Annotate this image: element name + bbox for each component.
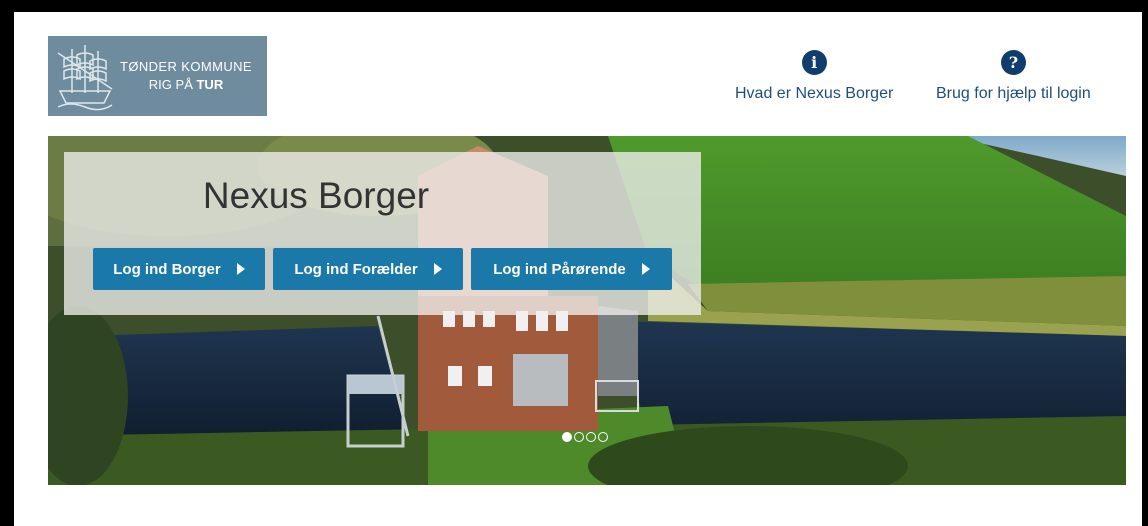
carousel-dot-2[interactable] <box>574 432 584 442</box>
login-citizen-label: Log ind Borger <box>113 260 221 278</box>
logo-line-1: TØNDER KOMMUNE <box>120 59 252 74</box>
caret-right-icon <box>236 263 245 275</box>
login-parent-label: Log ind Forælder <box>294 260 418 278</box>
carousel-dot-1[interactable] <box>562 432 572 442</box>
login-relative-button[interactable]: Log ind Pårørende <box>471 248 672 290</box>
login-help-link[interactable]: ? Brug for hjælp til login <box>936 50 1091 103</box>
carousel-dot-4[interactable] <box>598 432 608 442</box>
logo-line-2: RIG PÅ TUR <box>120 76 252 94</box>
what-is-nexus-link[interactable]: i Hvad er Nexus Borger <box>735 50 893 103</box>
logo-line-2-bold: TUR <box>196 77 224 92</box>
login-parent-button[interactable]: Log ind Forælder <box>273 248 463 290</box>
login-citizen-button[interactable]: Log ind Borger <box>93 248 265 290</box>
login-relative-label: Log ind Pårørende <box>493 260 626 278</box>
ship-icon <box>57 45 113 111</box>
tonder-kommune-logo[interactable]: TØNDER KOMMUNE RIG PÅ TUR <box>48 36 267 116</box>
logo-line-2-prefix: RIG PÅ <box>148 77 197 92</box>
carousel-indicators <box>562 432 608 442</box>
page-title: Nexus Borger <box>202 175 430 216</box>
logo-text: TØNDER KOMMUNE RIG PÅ TUR <box>120 58 252 94</box>
login-help-label: Brug for hjælp til login <box>936 85 1091 102</box>
carousel-dot-3[interactable] <box>586 432 596 442</box>
caret-right-icon <box>641 263 650 275</box>
what-is-nexus-label: Hvad er Nexus Borger <box>735 85 894 102</box>
info-icon: i <box>801 50 827 75</box>
question-icon: ? <box>1000 50 1026 75</box>
caret-right-icon <box>433 263 442 275</box>
login-panel: Nexus Borger Log ind Borger Log ind Foræ… <box>64 152 701 315</box>
